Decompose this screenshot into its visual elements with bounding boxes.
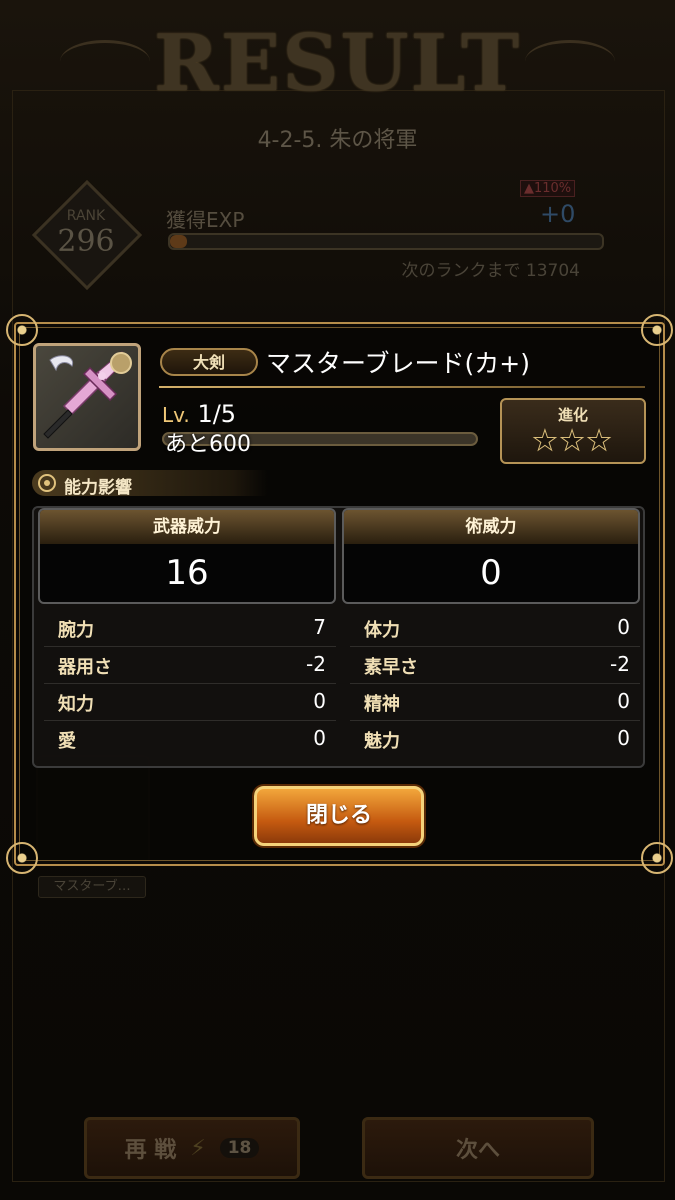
next-label: 次へ xyxy=(455,1138,500,1163)
rank-value: 296 xyxy=(57,224,115,259)
stats-panel: 武器威力 16 術威力 0 腕力 7 器用さ -2 知力 0 愛 0 体力 0 … xyxy=(32,506,645,768)
exp-bonus-badge: ▲110% xyxy=(520,180,576,197)
corner-ornament-icon xyxy=(6,842,38,874)
exp-progress-fill xyxy=(170,235,188,248)
corner-ornament-icon xyxy=(641,842,673,874)
corner-ornament-icon xyxy=(6,314,38,346)
stat-value: 0 xyxy=(313,689,326,713)
star-icon: ★ xyxy=(559,424,587,458)
stat-name: 魅力 xyxy=(364,731,400,752)
star-icon: ★ xyxy=(586,424,614,458)
divider xyxy=(159,386,645,388)
stat-row: 体力 0 xyxy=(350,610,640,647)
stat-value: 7 xyxy=(313,615,326,639)
exp-label: 獲得EXP xyxy=(166,208,245,232)
weapon-power-value: 16 xyxy=(165,553,209,593)
stat-row: 素早さ -2 xyxy=(350,647,640,684)
close-button[interactable]: 閉じる xyxy=(254,786,424,846)
level-prefix: Lv. xyxy=(162,403,190,427)
stat-value: 0 xyxy=(617,689,630,713)
retry-cost: 18 xyxy=(219,1138,260,1158)
stat-name: 素早さ xyxy=(364,657,418,678)
lightning-bolt-icon: ⚡ xyxy=(190,1135,206,1161)
retry-button[interactable]: 再 戦 ⚡ 18 xyxy=(84,1117,300,1179)
sun-icon xyxy=(38,474,56,492)
next-button[interactable]: 次へ xyxy=(362,1117,594,1179)
evolve-panel: 進化 ★★★ xyxy=(500,398,646,464)
star-icon: ★ xyxy=(532,424,560,458)
stat-name: 器用さ xyxy=(58,657,112,678)
stat-row: 魅力 0 xyxy=(350,721,640,758)
weapon-detail-modal: 大剣 マスターブレード(カ+) Lv. 1/5 あと600 進化 ★★★ 能力影… xyxy=(6,314,673,874)
stat-name: 知力 xyxy=(58,694,94,715)
stat-name: 体力 xyxy=(364,620,400,641)
sword-emblem-icon xyxy=(110,352,132,374)
reward-name: マスターブ… xyxy=(38,876,146,898)
evolve-label: 進化 xyxy=(557,406,588,424)
stat-row: 知力 0 xyxy=(44,684,336,721)
stat-row: 精神 0 xyxy=(350,684,640,721)
ability-header-label: 能力影響 xyxy=(64,478,132,498)
rank-label: RANK xyxy=(66,208,106,224)
stat-value: 0 xyxy=(617,726,630,750)
weapon-type-badge: 大剣 xyxy=(160,348,258,376)
weapon-power-label: 武器威力 xyxy=(40,510,334,544)
stat-value: 0 xyxy=(617,615,630,639)
retry-label: 再 戦 xyxy=(124,1138,177,1163)
stage-title: 4-2-5. 朱の将軍 xyxy=(257,128,418,153)
remaining-exp: あと600 xyxy=(165,432,251,457)
stat-value: -2 xyxy=(306,652,326,676)
result-title: RESULT xyxy=(153,18,522,109)
exp-progress-bar xyxy=(168,233,604,250)
evolve-stars: ★★★ xyxy=(502,424,644,458)
greatsword-icon xyxy=(33,343,141,451)
stat-name: 腕力 xyxy=(58,620,94,641)
stat-value: 0 xyxy=(313,726,326,750)
magic-power-label: 術威力 xyxy=(344,510,638,544)
stat-name: 精神 xyxy=(364,694,400,715)
rank-badge: RANK 296 xyxy=(31,179,143,291)
magic-power-box: 術威力 0 xyxy=(342,508,640,604)
level-text: Lv. 1/5 xyxy=(162,400,236,428)
stat-row: 器用さ -2 xyxy=(44,647,336,684)
next-rank-text: 次のランクまで 13704 xyxy=(401,261,580,281)
exp-gain: +0 xyxy=(540,200,576,228)
stat-row: 腕力 7 xyxy=(44,610,336,647)
weapon-power-box: 武器威力 16 xyxy=(38,508,336,604)
corner-ornament-icon xyxy=(641,314,673,346)
ability-header: 能力影響 xyxy=(32,470,268,498)
magic-power-value: 0 xyxy=(480,553,502,593)
weapon-name: マスターブレード(カ+) xyxy=(266,349,530,378)
stat-value: -2 xyxy=(610,652,630,676)
stat-row: 愛 0 xyxy=(44,721,336,758)
stat-name: 愛 xyxy=(58,731,76,752)
level-value: 1/5 xyxy=(197,400,237,428)
